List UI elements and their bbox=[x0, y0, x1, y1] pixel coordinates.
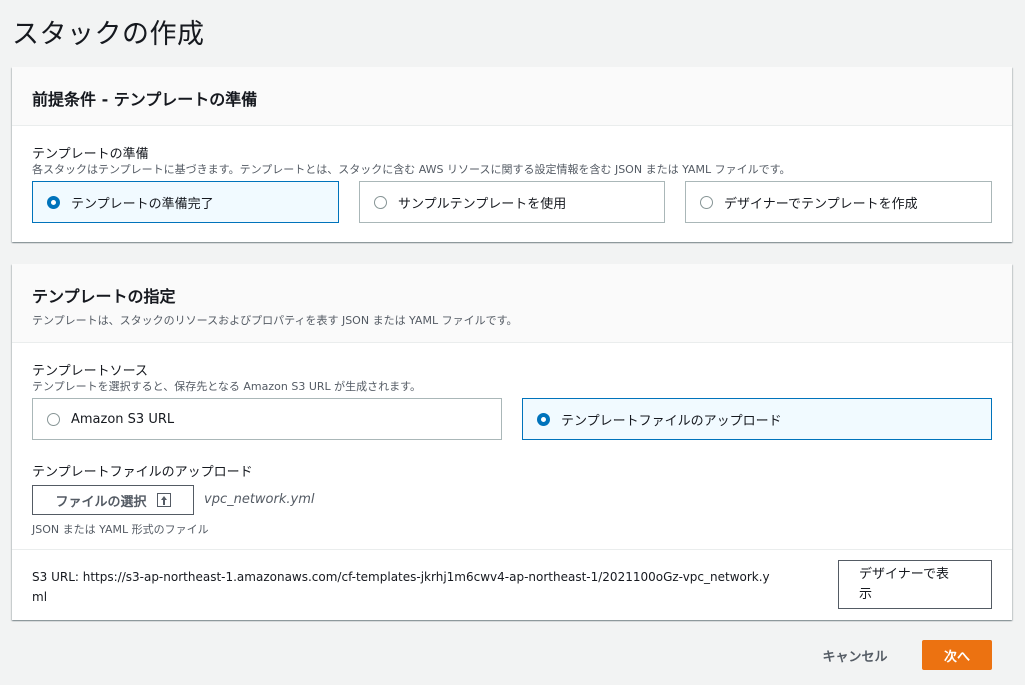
specify-title: テンプレートの指定 bbox=[32, 287, 176, 306]
radio-unselected-icon bbox=[374, 195, 387, 209]
prepare-template-description: 各スタックはテンプレートに基づきます。テンプレートとは、スタックに含む AWS … bbox=[32, 163, 791, 176]
option-sample-template[interactable]: サンプルテンプレートを使用 bbox=[359, 181, 665, 223]
s3-url-text: S3 URL: https://s3-ap-northeast-1.amazon… bbox=[32, 567, 842, 607]
prepare-template-label: テンプレートの準備 bbox=[32, 147, 149, 162]
radio-selected-icon bbox=[47, 195, 60, 209]
radio-selected-icon bbox=[537, 412, 550, 426]
next-button[interactable]: 次へ bbox=[922, 640, 992, 670]
option-designer-template[interactable]: デザイナーでテンプレートを作成 bbox=[685, 181, 992, 223]
prereq-header: 前提条件 - テンプレートの準備 bbox=[12, 67, 1012, 126]
upload-icon bbox=[156, 493, 171, 507]
file-format-hint: JSON または YAML 形式のファイル bbox=[32, 523, 209, 536]
source-upload-file[interactable]: テンプレートファイルのアップロード bbox=[522, 398, 992, 440]
option-template-ready[interactable]: テンプレートの準備完了 bbox=[32, 181, 339, 223]
designer-button-line-2: 示 bbox=[859, 586, 873, 602]
page-title: スタックの作成 bbox=[12, 19, 205, 50]
template-source-label: テンプレートソース bbox=[32, 364, 148, 379]
prereq-panel: 前提条件 - テンプレートの準備 テンプレートの準備 各スタックはテンプレートに… bbox=[12, 67, 1012, 242]
source-s3-url[interactable]: Amazon S3 URL bbox=[32, 398, 502, 440]
source-label: Amazon S3 URL bbox=[71, 411, 175, 427]
option-label: テンプレートの準備完了 bbox=[71, 196, 214, 212]
view-in-designer-button[interactable]: デザイナーで表 示 bbox=[838, 560, 992, 609]
option-label: デザイナーでテンプレートを作成 bbox=[724, 196, 918, 212]
prereq-title: 前提条件 - テンプレートの準備 bbox=[32, 90, 258, 109]
choose-file-button[interactable]: ファイルの選択 bbox=[32, 485, 194, 515]
s3-url-line-2: ml bbox=[32, 590, 48, 604]
designer-button-line-1: デザイナーで表 bbox=[859, 566, 949, 582]
s3-url-divider bbox=[12, 549, 1012, 550]
choose-file-label: ファイルの選択 bbox=[55, 494, 147, 510]
radio-unselected-icon bbox=[700, 195, 713, 209]
template-source-description: テンプレートを選択すると、保存先となる Amazon S3 URL が生成されま… bbox=[32, 380, 422, 393]
option-label: サンプルテンプレートを使用 bbox=[398, 196, 567, 212]
cancel-button[interactable]: キャンセル bbox=[810, 640, 900, 670]
specify-description: テンプレートは、スタックのリソースおよびプロパティを表す JSON または YA… bbox=[32, 314, 518, 327]
specify-header: テンプレートの指定 テンプレートは、スタックのリソースおよびプロパティを表す J… bbox=[12, 264, 1012, 343]
source-label: テンプレートファイルのアップロード bbox=[561, 413, 782, 429]
upload-file-label: テンプレートファイルのアップロード bbox=[32, 465, 253, 480]
specify-panel: テンプレートの指定 テンプレートは、スタックのリソースおよびプロパティを表す J… bbox=[12, 264, 1012, 620]
radio-unselected-icon bbox=[47, 412, 60, 426]
selected-file-name: vpc_network.yml bbox=[204, 492, 315, 507]
s3-url-line-1: S3 URL: https://s3-ap-northeast-1.amazon… bbox=[32, 570, 770, 584]
